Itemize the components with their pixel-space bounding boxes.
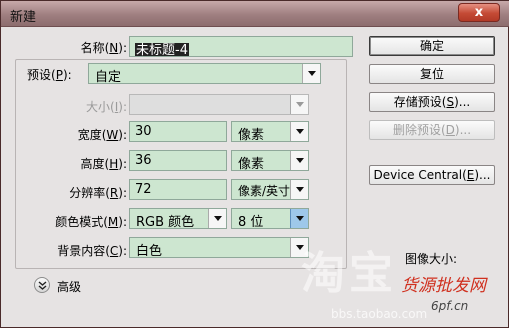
brand-url-watermark: 6pf.cn: [431, 299, 469, 313]
chevron-down-icon: [290, 180, 308, 199]
dialog-title: 新建: [10, 10, 37, 25]
width-unit-select[interactable]: 像素: [231, 121, 309, 143]
chevron-down-icon: [290, 209, 308, 228]
bit-depth-select[interactable]: 8 位: [231, 208, 309, 230]
chevron-down-icon: [302, 64, 320, 83]
background-label: 背景内容(C):: [57, 244, 127, 258]
resolution-unit-value: 像素/英寸: [238, 184, 291, 198]
color-mode-select[interactable]: RGB 颜色: [129, 208, 227, 230]
ok-button[interactable]: 确定: [369, 36, 495, 56]
advanced-toggle[interactable]: [34, 277, 50, 293]
delete-preset-button: 删除预设(D)...: [369, 120, 495, 140]
preset-value: 自定: [95, 70, 122, 85]
resolution-label: 分辨率(R):: [69, 186, 127, 200]
name-label: 名称(N):: [80, 41, 127, 55]
chevron-down-icon: [290, 122, 308, 141]
chevron-down-icon: [290, 95, 308, 114]
chevron-down-icon: [290, 238, 308, 257]
color-mode-value: RGB 颜色: [136, 215, 195, 230]
reset-button[interactable]: 复位: [369, 64, 495, 84]
chevron-down-icon: [208, 209, 226, 228]
size-select: [129, 94, 309, 115]
size-label: 大小(I):: [86, 100, 127, 114]
height-label: 高度(H):: [80, 157, 127, 171]
background-value: 白色: [136, 244, 163, 259]
advanced-label: 高级: [57, 280, 82, 294]
brand-watermark: 货源批发网: [401, 276, 486, 296]
close-button[interactable]: x: [458, 3, 500, 22]
taobao-url-watermark: bbs.taobao.com: [331, 307, 428, 321]
resolution-input[interactable]: 72: [129, 179, 227, 200]
resolution-unit-select[interactable]: 像素/英寸: [231, 179, 309, 200]
chevron-down-icon: [290, 151, 308, 170]
preset-label: 预设(P):: [27, 66, 87, 83]
image-size-label: 图像大小:: [405, 252, 458, 266]
name-input[interactable]: 未标题-4: [129, 36, 353, 57]
device-central-button[interactable]: Device Central(E)...: [369, 165, 495, 185]
title-bar[interactable]: 新建 x: [1, 1, 509, 27]
height-unit-value: 像素: [238, 157, 265, 172]
bit-depth-value: 8 位: [238, 215, 264, 230]
color-mode-label: 颜色模式(M):: [55, 215, 127, 229]
width-unit-value: 像素: [238, 128, 265, 143]
double-chevron-down-icon: [38, 281, 47, 290]
preset-select[interactable]: 自定: [88, 63, 321, 85]
name-input-value: 未标题-4: [135, 43, 189, 57]
height-input[interactable]: 36: [129, 150, 227, 171]
new-document-dialog: 新建 x 名称(N): 未标题-4 预设(P): 自定 大小(I): 宽度(W)…: [0, 0, 509, 328]
save-preset-button[interactable]: 存储预设(S)...: [369, 92, 495, 112]
width-label: 宽度(W):: [77, 128, 127, 142]
width-input[interactable]: 30: [129, 121, 227, 142]
height-unit-select[interactable]: 像素: [231, 150, 309, 172]
background-select[interactable]: 白色: [129, 237, 309, 259]
